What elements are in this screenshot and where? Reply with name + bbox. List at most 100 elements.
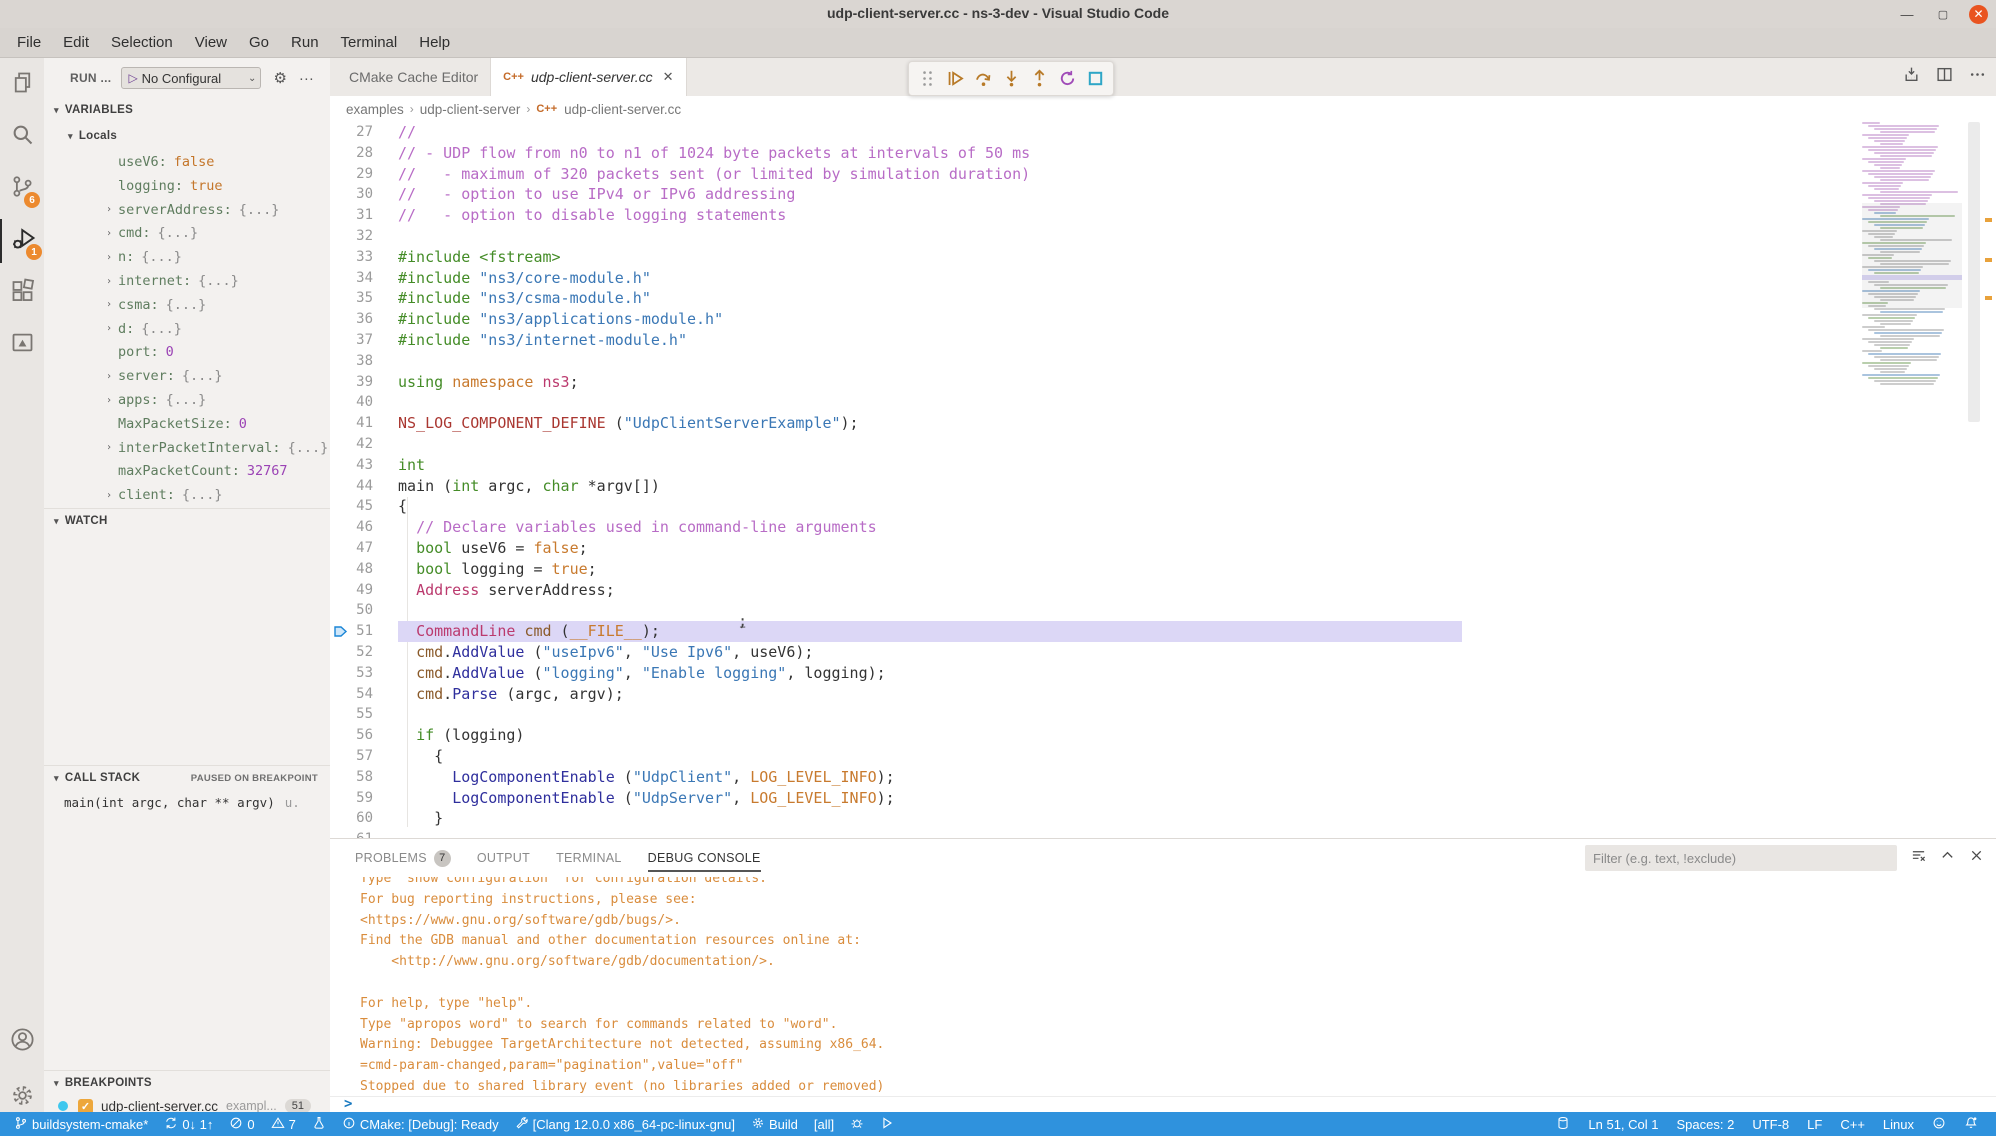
status-item-utf-8[interactable]: UTF-8 — [1746, 1112, 1795, 1136]
menu-item-file[interactable]: File — [6, 30, 52, 55]
code-line-45[interactable]: 45{ — [330, 496, 1996, 517]
activity-item-account[interactable] — [0, 1020, 44, 1064]
minimap[interactable] — [1862, 122, 1962, 442]
call-stack-section-header[interactable]: ▾ CALL STACK PAUSED ON BREAKPOINT — [44, 765, 330, 790]
line-number[interactable]: 40 — [330, 392, 398, 413]
code-line-43[interactable]: 43int — [330, 455, 1996, 476]
menu-item-edit[interactable]: Edit — [52, 30, 100, 55]
stop-button[interactable] — [1084, 68, 1106, 90]
step-out-button[interactable] — [1028, 68, 1050, 90]
code-line-53[interactable]: 53 cmd.AddValue ("logging", "Enable logg… — [330, 663, 1996, 684]
variable-row-cmd[interactable]: ›cmd:{...} — [44, 221, 330, 245]
line-number[interactable]: 33 — [330, 247, 398, 268]
close-icon[interactable]: ✕ — [1969, 5, 1988, 24]
line-number[interactable]: 58 — [330, 767, 398, 788]
status-item-play[interactable] — [874, 1112, 900, 1136]
line-number[interactable]: 54 — [330, 684, 398, 705]
variable-row-n[interactable]: ›n:{...} — [44, 245, 330, 269]
code-line-56[interactable]: 56 if (logging) — [330, 725, 1996, 746]
code-line-34[interactable]: 34#include "ns3/core-module.h" — [330, 268, 1996, 289]
code-line-32[interactable]: 32 — [330, 226, 1996, 247]
status-item-lf[interactable]: LF — [1801, 1112, 1828, 1136]
panel-tab-output[interactable]: OUTPUT — [477, 839, 530, 877]
status-item-linux[interactable]: Linux — [1877, 1112, 1920, 1136]
code-line-49[interactable]: 49 Address serverAddress; — [330, 580, 1996, 601]
line-number[interactable]: 28 — [330, 143, 398, 164]
code-line-58[interactable]: 58 LogComponentEnable ("UdpClient", LOG_… — [330, 767, 1996, 788]
chevron-right-icon[interactable]: › — [106, 252, 118, 263]
status-item-ln-51-col-1[interactable]: Ln 51, Col 1 — [1582, 1112, 1664, 1136]
watch-section-header[interactable]: ▾ WATCH — [44, 508, 330, 533]
step-into-button[interactable] — [1000, 68, 1022, 90]
maximize-icon[interactable]: ▢ — [1933, 4, 1953, 24]
status-item-info[interactable]: CMake: [Debug]: Ready — [336, 1112, 505, 1136]
more-actions-icon[interactable] — [1969, 66, 1986, 88]
variables-section-header[interactable]: ▾ VARIABLES — [44, 98, 330, 122]
variable-row-server[interactable]: ›server:{...} — [44, 364, 330, 388]
line-number[interactable]: 29 — [330, 164, 398, 185]
locals-scope-header[interactable]: ▾ Locals — [44, 124, 331, 148]
line-number[interactable]: 48 — [330, 559, 398, 580]
breakpoints-section-header[interactable]: ▾ BREAKPOINTS — [44, 1070, 330, 1095]
code-line-61[interactable]: 61 — [330, 829, 1996, 838]
chevron-right-icon[interactable]: › — [106, 371, 118, 382]
clear-console-icon[interactable] — [1911, 848, 1926, 868]
menu-item-view[interactable]: View — [184, 30, 238, 55]
maximize-panel-icon[interactable] — [1940, 848, 1955, 868]
code-line-31[interactable]: 31// - option to disable logging stateme… — [330, 205, 1996, 226]
breadcrumb-item[interactable]: examples — [346, 102, 404, 117]
variable-row-maxPacketCount[interactable]: maxPacketCount:32767 — [44, 459, 330, 483]
chevron-right-icon[interactable]: › — [106, 323, 118, 334]
line-number[interactable]: 46 — [330, 517, 398, 538]
line-number[interactable]: 35 — [330, 288, 398, 309]
code-line-37[interactable]: 37#include "ns3/internet-module.h" — [330, 330, 1996, 351]
line-number[interactable]: 50 — [330, 600, 398, 621]
code-line-30[interactable]: 30// - option to use IPv4 or IPv6 addres… — [330, 184, 1996, 205]
line-number[interactable]: 60 — [330, 808, 398, 829]
breadcrumb-item[interactable]: udp-client-server — [420, 102, 521, 117]
chevron-right-icon[interactable]: › — [106, 442, 118, 453]
line-number[interactable]: 34 — [330, 268, 398, 289]
minimap-viewport[interactable] — [1862, 203, 1962, 308]
restart-button[interactable] — [1056, 68, 1078, 90]
status-item-bug[interactable] — [844, 1112, 870, 1136]
variable-row-serverAddress[interactable]: ›serverAddress:{...} — [44, 198, 330, 222]
status-item-tools[interactable]: [Clang 12.0.0 x86_64-pc-linux-gnu] — [509, 1112, 741, 1136]
variable-row-MaxPacketSize[interactable]: MaxPacketSize:0 — [44, 412, 330, 436]
minimize-icon[interactable]: — — [1897, 4, 1917, 24]
line-number[interactable]: 56 — [330, 725, 398, 746]
status-item-sync[interactable]: 0↓ 1↑ — [158, 1112, 219, 1136]
code-line-59[interactable]: 59 LogComponentEnable ("UdpServer", LOG_… — [330, 788, 1996, 809]
chevron-right-icon[interactable]: › — [106, 395, 118, 406]
line-number[interactable]: 61 — [330, 829, 398, 838]
line-number[interactable]: 49 — [330, 580, 398, 601]
line-number[interactable]: 59 — [330, 788, 398, 809]
status-item--all-[interactable]: [all] — [808, 1112, 840, 1136]
panel-tab-terminal[interactable]: TERMINAL — [556, 839, 622, 877]
breadcrumb-item[interactable]: udp-client-server.cc — [564, 102, 681, 117]
code-line-38[interactable]: 38 — [330, 351, 1996, 372]
console-filter-input[interactable]: Filter (e.g. text, !exclude) — [1585, 845, 1897, 871]
line-number[interactable]: 32 — [330, 226, 398, 247]
close-panel-icon[interactable] — [1969, 848, 1984, 868]
activity-item-run-and-debug[interactable]: 1 — [0, 219, 46, 263]
code-line-51[interactable]: 51 CommandLine cmd (__FILE__); — [330, 621, 1996, 642]
variable-row-d[interactable]: ›d:{...} — [44, 317, 330, 341]
step-over-button[interactable] — [972, 68, 994, 90]
line-number[interactable]: 30 — [330, 184, 398, 205]
line-number[interactable]: 38 — [330, 351, 398, 372]
line-number[interactable]: 27 — [330, 122, 398, 143]
code-line-41[interactable]: 41NS_LOG_COMPONENT_DEFINE ("UdpClientSer… — [330, 413, 1996, 434]
line-number[interactable]: 53 — [330, 663, 398, 684]
line-number[interactable]: 45 — [330, 496, 398, 517]
activity-item-explorer[interactable] — [0, 63, 44, 107]
status-item-spaces-2[interactable]: Spaces: 2 — [1671, 1112, 1741, 1136]
status-item-bell-dot[interactable] — [1958, 1112, 1984, 1136]
code-line-44[interactable]: 44main (int argc, char *argv[]) — [330, 476, 1996, 497]
variable-row-apps[interactable]: ›apps:{...} — [44, 388, 330, 412]
status-item-feedback[interactable] — [1926, 1112, 1952, 1136]
status-item-git-branch[interactable]: buildsystem-cmake* — [8, 1112, 154, 1136]
line-number[interactable]: 57 — [330, 746, 398, 767]
chevron-right-icon[interactable]: › — [106, 204, 118, 215]
editor-tab-cmake-cache-editor[interactable]: CMake Cache Editor — [330, 58, 491, 96]
